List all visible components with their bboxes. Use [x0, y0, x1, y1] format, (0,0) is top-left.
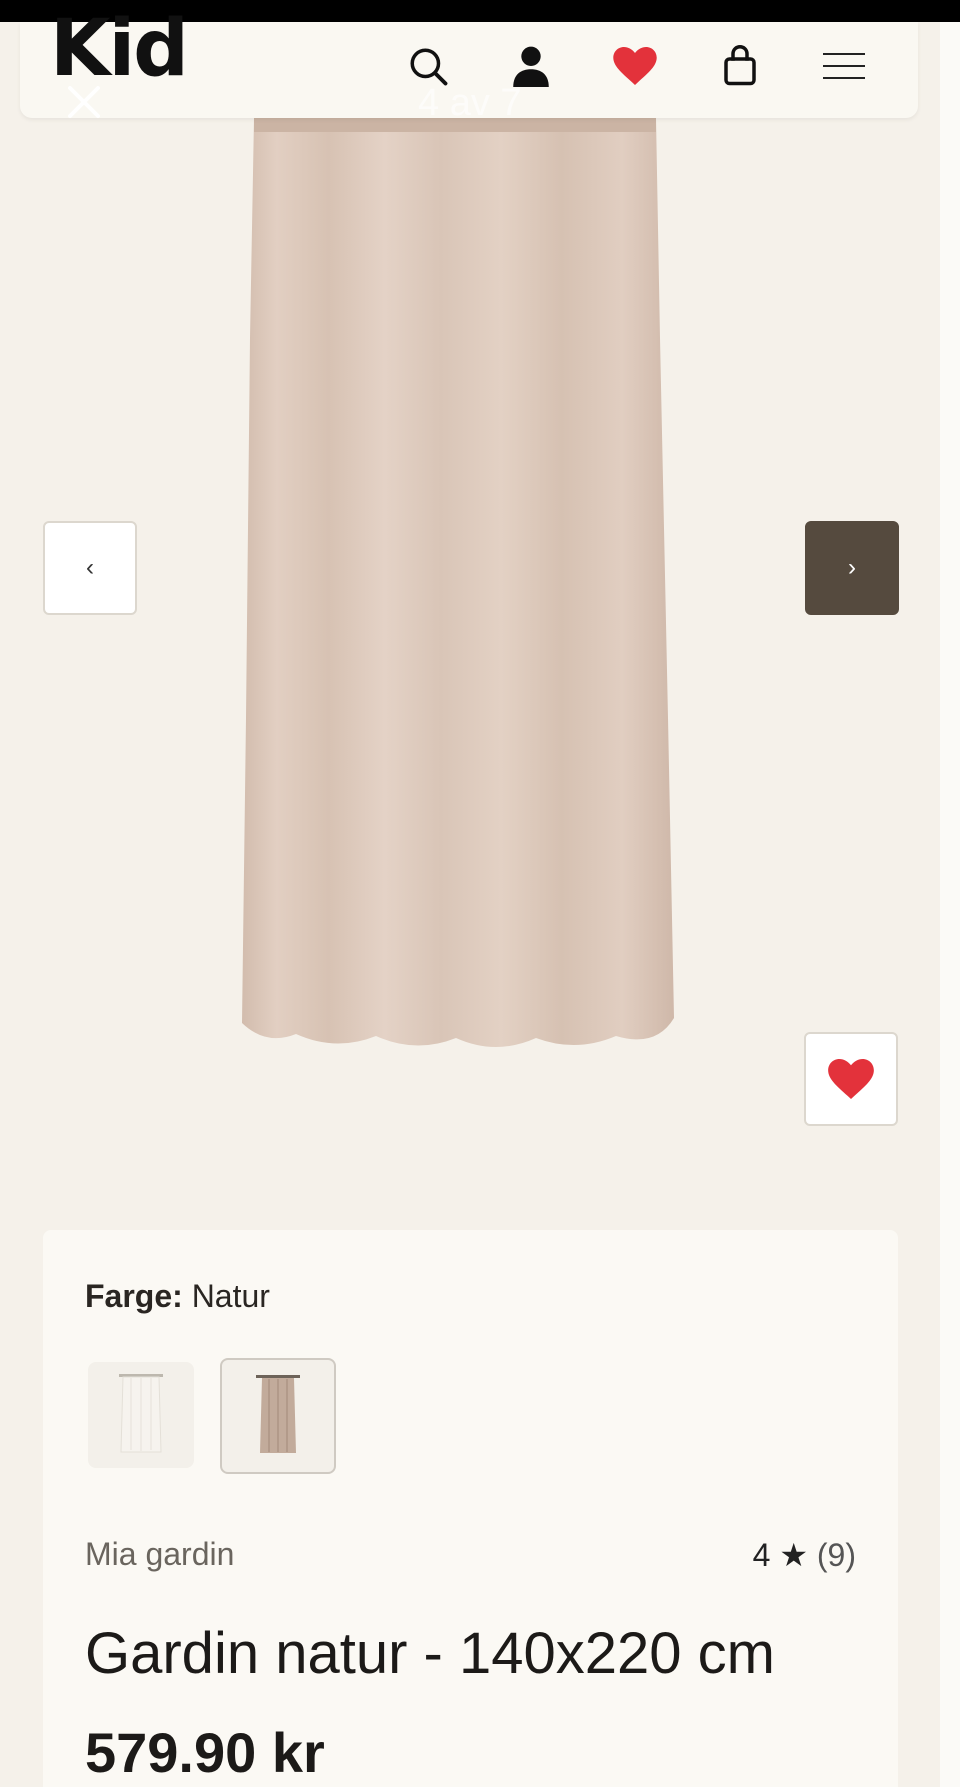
heart-icon: [828, 1059, 874, 1099]
search-icon: [410, 48, 448, 86]
search-button[interactable]: [404, 42, 452, 90]
close-icon[interactable]: [66, 84, 102, 120]
chevron-right-icon: ›: [848, 554, 856, 581]
curtain-image: [242, 118, 674, 1047]
cart-button[interactable]: [716, 42, 764, 90]
menu-button[interactable]: [820, 42, 868, 90]
rating-count: (9): [816, 1537, 856, 1573]
product-title: Gardin natur - 140x220 cm: [85, 1621, 775, 1686]
previous-image-button[interactable]: ‹: [43, 521, 137, 615]
wishlist-button[interactable]: [611, 42, 659, 90]
menu-icon: [823, 53, 865, 79]
next-image-button[interactable]: ›: [805, 521, 899, 615]
star-icon: ★: [779, 1537, 808, 1573]
color-swatch-white[interactable]: [88, 1362, 194, 1468]
product-image-gallery: ‹ ›: [0, 118, 940, 1218]
site-logo[interactable]: Kid: [50, 10, 189, 88]
chevron-left-icon: ‹: [86, 554, 94, 581]
color-value: Natur: [191, 1278, 270, 1314]
product-info-card: Farge: Natur Mia gardin 4 ★ (9) Gardin n…: [43, 1230, 898, 1787]
rating-value: 4: [752, 1537, 771, 1573]
user-icon: [513, 46, 549, 87]
color-selection-label: Farge: Natur: [85, 1278, 270, 1315]
bag-icon: [724, 45, 756, 86]
product-price: 579.90 kr: [85, 1721, 325, 1784]
site-header: Kid 4 av 7: [20, 10, 918, 124]
product-rating[interactable]: 4 ★ (9): [753, 1536, 856, 1574]
color-swatch-natur[interactable]: [220, 1358, 336, 1474]
favorite-button[interactable]: [804, 1032, 898, 1126]
natur-curtain-thumbnail: [256, 1375, 300, 1453]
heart-icon: [613, 47, 657, 85]
color-label: Farge:: [85, 1278, 183, 1314]
account-button[interactable]: [507, 42, 555, 90]
page-edge: [940, 22, 960, 1787]
product-brand[interactable]: Mia gardin: [85, 1536, 234, 1573]
white-curtain-thumbnail: [119, 1374, 163, 1453]
